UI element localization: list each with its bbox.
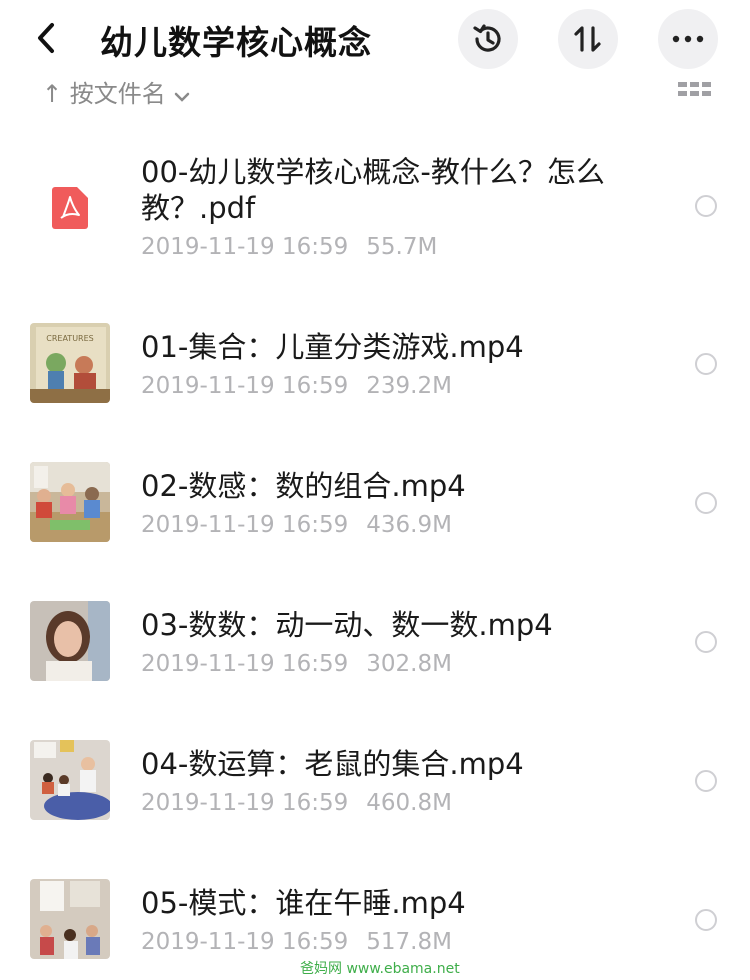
select-radio[interactable] [695, 631, 717, 653]
file-row[interactable]: 00-幼儿数学核心概念-教什么？怎么教？.pdf 2019-11-19 16:5… [0, 150, 750, 280]
file-name: 05-模式：谁在午睡.mp4 [141, 886, 466, 920]
select-radio[interactable] [695, 770, 717, 792]
page-title: 幼儿数学核心概念 [100, 23, 372, 62]
pdf-file-icon [52, 187, 88, 229]
file-name: 04-数运算：老鼠的集合.mp4 [141, 747, 524, 781]
file-meta: 2019-11-19 16:59 460.8M [141, 790, 452, 816]
file-name: 01-集合：儿童分类游戏.mp4 [141, 330, 524, 364]
chevron-left-icon [38, 23, 54, 53]
top-header: 幼儿数学核心概念 [0, 0, 750, 76]
file-meta: 2019-11-19 16:59 517.8M [141, 929, 452, 955]
watermark: 爸妈网 www.ebama.net [300, 961, 460, 977]
more-button[interactable] [658, 9, 718, 69]
file-date: 2019-11-19 16:59 [141, 373, 349, 399]
file-name: 00-幼儿数学核心概念-教什么？怎么教？.pdf [141, 155, 605, 225]
file-size: 517.8M [366, 929, 452, 955]
file-date: 2019-11-19 16:59 [141, 790, 349, 816]
file-size: 302.8M [366, 651, 452, 677]
sort-button[interactable] [558, 9, 618, 69]
file-row[interactable]: CREATURES 01-集合：儿童分类游戏.mp4 2019-11-19 16… [0, 323, 750, 405]
sort-icon [574, 26, 601, 52]
file-size: 436.9M [366, 512, 452, 538]
chevron-down-icon [174, 80, 190, 108]
file-date: 2019-11-19 16:59 [141, 234, 349, 260]
file-size: 55.7M [366, 234, 438, 260]
file-meta: 2019-11-19 16:59 55.7M [141, 234, 437, 260]
select-radio[interactable] [695, 909, 717, 931]
video-thumbnail: CREATURES [30, 323, 110, 403]
file-row[interactable]: 02-数感：数的组合.mp4 2019-11-19 16:59 436.9M [0, 462, 750, 544]
file-browser-page: ↑ 按文件名 幼儿数学核心概念 00-幼儿数学核心概念-教什么？怎么教？.pdf… [0, 0, 750, 980]
file-row[interactable]: 05-模式：谁在午睡.mp4 2019-11-19 16:59 517.8M [0, 879, 750, 961]
video-thumbnail [30, 462, 110, 542]
select-radio[interactable] [695, 195, 717, 217]
sort-by-name-dropdown[interactable]: ↑ 按文件名 [42, 74, 190, 109]
file-row[interactable]: 04-数运算：老鼠的集合.mp4 2019-11-19 16:59 460.8M [0, 740, 750, 822]
file-meta: 2019-11-19 16:59 239.2M [141, 373, 452, 399]
file-name: 02-数感：数的组合.mp4 [141, 469, 466, 503]
file-meta: 2019-11-19 16:59 302.8M [141, 651, 452, 677]
video-thumbnail [30, 879, 110, 959]
more-icon [672, 35, 704, 43]
select-radio[interactable] [695, 353, 717, 375]
history-button[interactable] [458, 9, 518, 69]
select-radio[interactable] [695, 492, 717, 514]
sort-bar: ↑ 按文件名 [0, 70, 750, 110]
history-icon [473, 24, 501, 52]
sort-arrow-icon: ↑ [42, 80, 70, 108]
back-button[interactable] [26, 18, 66, 58]
file-date: 2019-11-19 16:59 [141, 512, 349, 538]
file-size: 239.2M [366, 373, 452, 399]
svg-text:CREATURES: CREATURES [46, 334, 93, 343]
file-name: 03-数数：动一动、数一数.mp4 [141, 608, 553, 642]
file-meta: 2019-11-19 16:59 436.9M [141, 512, 452, 538]
file-row[interactable]: 03-数数：动一动、数一数.mp4 2019-11-19 16:59 302.8M [0, 601, 750, 683]
file-date: 2019-11-19 16:59 [141, 651, 349, 677]
video-thumbnail [30, 601, 110, 681]
file-date: 2019-11-19 16:59 [141, 929, 349, 955]
sort-label-text: 按文件名 [69, 80, 166, 108]
file-size: 460.8M [366, 790, 452, 816]
grid-view-icon[interactable] [678, 82, 712, 98]
video-thumbnail [30, 740, 110, 820]
